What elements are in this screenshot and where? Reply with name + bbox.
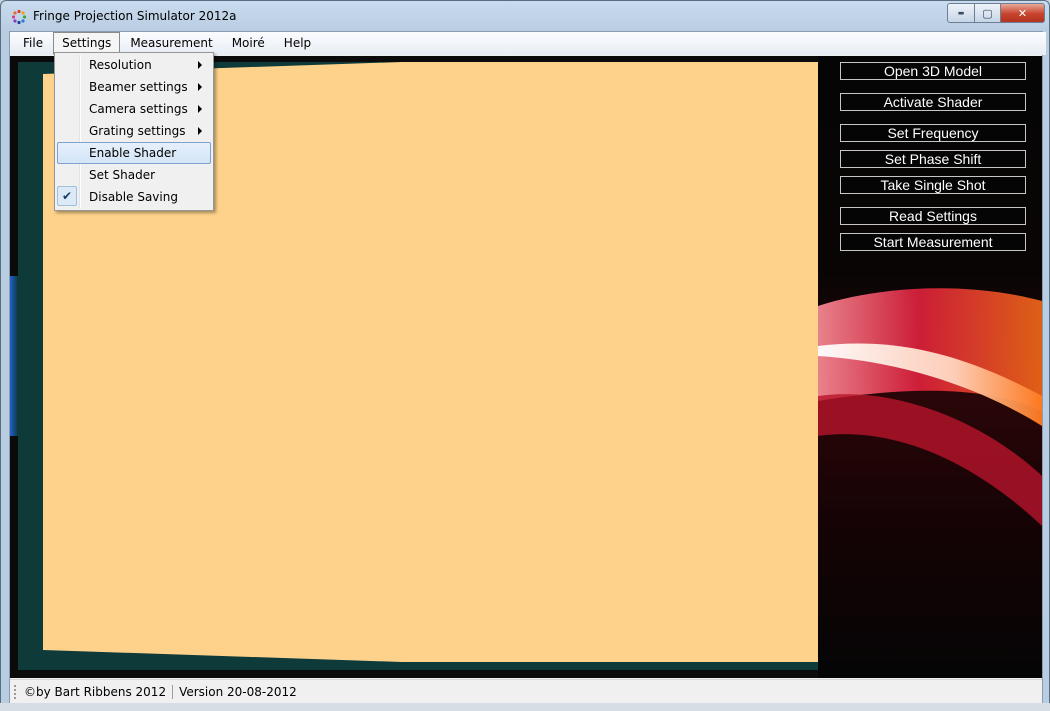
submenu-arrow-icon xyxy=(198,83,202,91)
menu-item-label: Enable Shader xyxy=(89,146,177,160)
menu-item-label: Beamer settings xyxy=(89,80,188,94)
activate-shader-button[interactable]: Activate Shader xyxy=(840,93,1026,111)
submenu-arrow-icon xyxy=(198,105,202,113)
take-single-shot-button[interactable]: Take Single Shot xyxy=(840,176,1026,194)
status-version: Version 20-08-2012 xyxy=(179,684,297,699)
menu-item-grating-settings[interactable]: Grating settings xyxy=(57,120,211,142)
menu-item-label: Set Shader xyxy=(89,168,156,182)
status-author: ©by Bart Ribbens 2012 xyxy=(24,684,167,699)
menu-item-label: Resolution xyxy=(89,58,152,72)
menu-item-enable-shader[interactable]: Enable Shader xyxy=(57,142,211,164)
open-3d-model-button[interactable]: Open 3D Model xyxy=(840,62,1026,80)
menu-moire[interactable]: Moiré xyxy=(223,32,274,55)
control-panel: Open 3D Model Activate Shader Set Freque… xyxy=(818,56,1042,678)
caption-buttons: ▬ ▢ ✕ xyxy=(947,3,1045,23)
app-logo-icon xyxy=(11,9,27,25)
submenu-arrow-icon xyxy=(198,61,202,69)
checkmark-icon: ✔ xyxy=(57,186,77,206)
set-phase-shift-button[interactable]: Set Phase Shift xyxy=(840,150,1026,168)
read-settings-button[interactable]: Read Settings xyxy=(840,207,1026,225)
background-desktop-strip xyxy=(0,703,1050,711)
menu-item-set-shader[interactable]: Set Shader xyxy=(57,164,211,186)
close-icon: ✕ xyxy=(1017,6,1028,20)
menu-item-label: Grating settings xyxy=(89,124,186,138)
start-measurement-button[interactable]: Start Measurement xyxy=(840,233,1026,251)
menu-help[interactable]: Help xyxy=(275,32,320,55)
status-bar: ©by Bart Ribbens 2012 Version 20-08-2012 xyxy=(10,679,1042,703)
maximize-button[interactable]: ▢ xyxy=(975,3,1001,23)
menu-item-label: Camera settings xyxy=(89,102,188,116)
scene-left-glow xyxy=(10,276,18,436)
title-bar[interactable]: Fringe Projection Simulator 2012a ▬ ▢ ✕ xyxy=(1,1,1049,31)
maximize-icon: ▢ xyxy=(982,6,993,20)
window-title: Fringe Projection Simulator 2012a xyxy=(33,9,237,23)
minimize-button[interactable]: ▬ xyxy=(947,3,975,23)
close-button[interactable]: ✕ xyxy=(1001,3,1045,23)
settings-dropdown-menu: Resolution Beamer settings Camera settin… xyxy=(54,52,214,211)
menu-item-resolution[interactable]: Resolution xyxy=(57,54,211,76)
minimize-icon: ▬ xyxy=(957,9,965,17)
menu-item-disable-saving[interactable]: ✔ Disable Saving xyxy=(57,186,211,208)
menu-item-label: Disable Saving xyxy=(89,190,178,204)
set-frequency-button[interactable]: Set Frequency xyxy=(840,124,1026,142)
menu-file[interactable]: File xyxy=(14,32,52,55)
submenu-arrow-icon xyxy=(198,127,202,135)
menu-item-beamer-settings[interactable]: Beamer settings xyxy=(57,76,211,98)
menu-item-camera-settings[interactable]: Camera settings xyxy=(57,98,211,120)
